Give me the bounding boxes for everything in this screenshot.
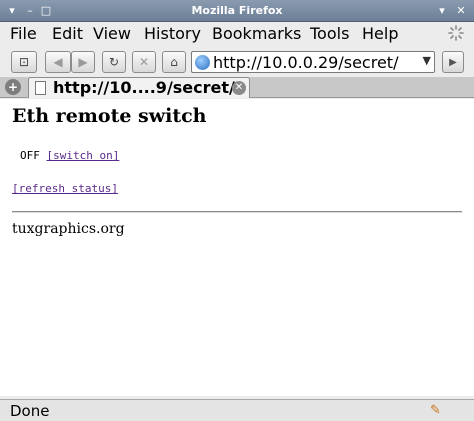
footer-text: tuxgraphics.org (12, 221, 125, 237)
menu-edit[interactable]: Edit (52, 24, 83, 43)
page-content: Eth remote switch OFF [switch on] [refre… (0, 99, 474, 396)
url-text: http://10.0.0.29/secret/ (213, 53, 399, 72)
tab-list-button[interactable]: ⊡ (11, 51, 37, 73)
menu-bookmarks[interactable]: Bookmarks (212, 24, 301, 43)
switch-on-link[interactable]: [switch on] (47, 149, 120, 162)
navigation-toolbar: ⊡ ◀ ▶ ↻ ✕ ⌂ http://10.0.0.29/secret/ ▼ ▶ (0, 47, 474, 77)
stop-icon: ✕ (138, 55, 150, 69)
site-globe-icon (195, 55, 210, 70)
back-button[interactable]: ◀ (45, 51, 71, 73)
pencil-icon: ✎ (430, 403, 441, 418)
go-button[interactable]: ▶ (442, 51, 464, 73)
menu-bar: File Edit View History Bookmarks Tools H… (0, 22, 474, 44)
tab-close-icon[interactable]: ✕ (232, 81, 246, 95)
switch-state: OFF (20, 149, 40, 162)
page-heading: Eth remote switch (12, 105, 207, 127)
throbber-icon (448, 25, 464, 41)
tab-strip: + http://10....9/secret/ ✕ (0, 77, 474, 98)
menu-history[interactable]: History (144, 24, 201, 43)
document-icon (35, 81, 46, 95)
reload-button[interactable]: ↻ (102, 51, 126, 73)
switch-status-line: OFF [switch on] (20, 149, 119, 162)
refresh-status-link[interactable]: [refresh status] (12, 182, 118, 195)
menu-file[interactable]: File (10, 24, 37, 43)
reload-icon: ↻ (108, 55, 120, 69)
url-dropdown-icon[interactable]: ▼ (423, 54, 431, 67)
status-text: Done (10, 402, 50, 420)
tab-label: http://10....9/secret/ (53, 78, 235, 97)
url-bar[interactable]: http://10.0.0.29/secret/ ▼ (191, 51, 435, 73)
menu-help[interactable]: Help (362, 24, 398, 43)
window-title: Mozilla Firefox (191, 4, 283, 17)
tab-active[interactable]: http://10....9/secret/ ✕ (28, 77, 250, 98)
status-bar: Done ✎ (0, 399, 474, 421)
close-window-icon[interactable]: ✕ (453, 3, 469, 19)
back-arrow-icon: ◀ (53, 55, 63, 69)
new-tab-icon[interactable]: + (5, 79, 21, 95)
tab-list-icon: ⊡ (18, 55, 30, 69)
window-titlebar: ▾ – □ Mozilla Firefox ▾ ✕ (0, 0, 474, 22)
go-arrow-icon: ▶ (449, 56, 457, 68)
forward-button[interactable]: ▶ (71, 51, 95, 73)
stop-button[interactable]: ✕ (132, 51, 156, 73)
menu-view[interactable]: View (93, 24, 131, 43)
home-button[interactable]: ⌂ (162, 51, 186, 73)
shade-icon[interactable]: ▾ (434, 3, 450, 19)
home-icon: ⌂ (170, 55, 178, 69)
horizontal-divider (12, 211, 462, 213)
menu-tools[interactable]: Tools (310, 24, 349, 43)
forward-arrow-icon: ▶ (78, 55, 88, 69)
